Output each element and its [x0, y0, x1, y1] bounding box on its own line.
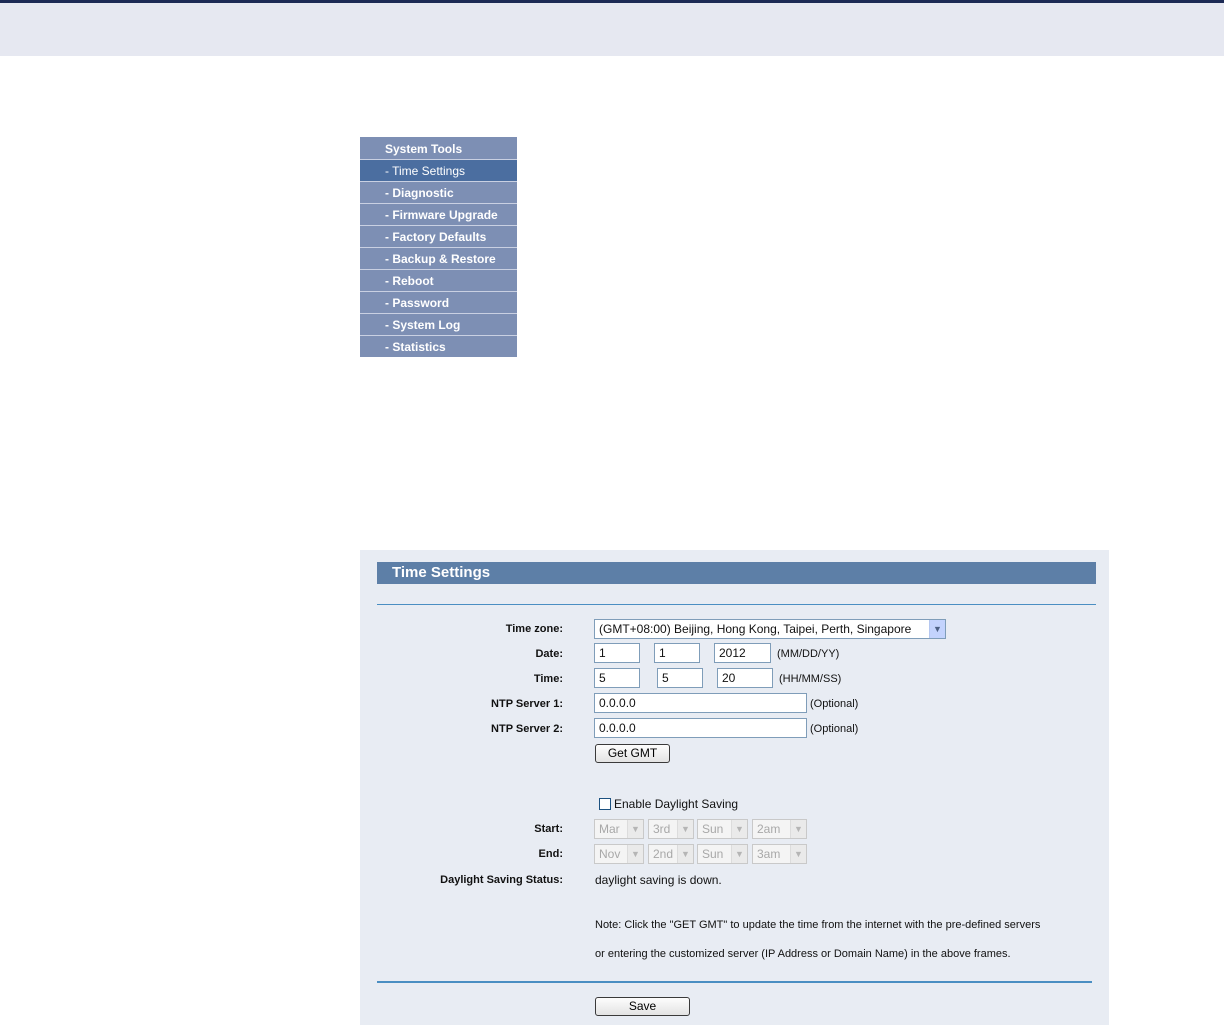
- ntp-server-1-hint: (Optional): [810, 698, 859, 710]
- menu-item-reboot[interactable]: - Reboot: [360, 270, 517, 292]
- date-format-hint: (MM/DD/YY): [777, 648, 840, 660]
- chevron-down-icon: ▼: [929, 620, 945, 638]
- time-format-hint: (HH/MM/SS): [779, 673, 842, 685]
- top-band: [0, 3, 1224, 56]
- menu-header-system-tools[interactable]: System Tools: [360, 137, 517, 160]
- dst-end-month-select[interactable]: Nov ▼: [594, 844, 644, 864]
- chevron-down-icon: ▼: [627, 820, 643, 838]
- ntp-server-1-input[interactable]: [594, 693, 807, 713]
- panel-title: Time Settings: [377, 562, 1096, 584]
- daylight-saving-checkbox-label: Enable Daylight Saving: [614, 797, 739, 811]
- time-minute-input[interactable]: [657, 668, 703, 688]
- dst-start-label: Start:: [534, 823, 563, 835]
- date-month-input[interactable]: [594, 643, 640, 663]
- dst-start-week-value: 3rd: [653, 822, 671, 836]
- chevron-down-icon: ▼: [731, 845, 747, 863]
- dst-end-week-select[interactable]: 2nd ▼: [648, 844, 694, 864]
- dst-end-hour-value: 3am: [757, 847, 781, 861]
- menu-item-diagnostic[interactable]: - Diagnostic: [360, 182, 517, 204]
- chevron-down-icon: ▼: [627, 845, 643, 863]
- dst-end-week-value: 2nd: [653, 847, 674, 861]
- system-tools-menu: System Tools - Time Settings - Diagnosti…: [360, 137, 517, 357]
- ntp-server-1-label: NTP Server 1:: [491, 698, 563, 710]
- dst-end-day-select[interactable]: Sun ▼: [697, 844, 748, 864]
- date-day-input[interactable]: [654, 643, 700, 663]
- menu-item-factory-defaults[interactable]: - Factory Defaults: [360, 226, 517, 248]
- dst-status-value: daylight saving is down.: [595, 873, 722, 887]
- daylight-saving-checkbox[interactable]: [599, 798, 611, 810]
- time-zone-label: Time zone:: [505, 623, 563, 635]
- chevron-down-icon: ▼: [677, 845, 693, 863]
- menu-item-statistics[interactable]: - Statistics: [360, 336, 517, 357]
- ntp-server-2-input[interactable]: [594, 718, 807, 738]
- chevron-down-icon: ▼: [790, 820, 806, 838]
- get-gmt-button[interactable]: Get GMT: [595, 744, 670, 763]
- menu-item-firmware-upgrade[interactable]: - Firmware Upgrade: [360, 204, 517, 226]
- time-second-input[interactable]: [717, 668, 773, 688]
- time-label: Time:: [533, 673, 563, 685]
- dst-start-day-value: Sun: [702, 822, 724, 836]
- bottom-divider: [377, 981, 1092, 983]
- ntp-server-2-label: NTP Server 2:: [491, 723, 563, 735]
- dst-start-hour-select[interactable]: 2am ▼: [752, 819, 807, 839]
- time-hour-input[interactable]: [594, 668, 640, 688]
- dst-status-label: Daylight Saving Status:: [440, 874, 563, 886]
- dst-start-month-select[interactable]: Mar ▼: [594, 819, 644, 839]
- dst-start-week-select[interactable]: 3rd ▼: [648, 819, 694, 839]
- dst-start-month-value: Mar: [599, 822, 620, 836]
- date-label: Date:: [535, 648, 563, 660]
- dst-start-hour-value: 2am: [757, 822, 781, 836]
- menu-item-time-settings[interactable]: - Time Settings: [360, 160, 517, 182]
- note-line-2: or entering the customized server (IP Ad…: [595, 948, 1011, 960]
- save-button[interactable]: Save: [595, 997, 690, 1016]
- menu-item-password[interactable]: - Password: [360, 292, 517, 314]
- chevron-down-icon: ▼: [790, 845, 806, 863]
- dst-end-hour-select[interactable]: 3am ▼: [752, 844, 807, 864]
- ntp-server-2-hint: (Optional): [810, 723, 859, 735]
- dst-start-day-select[interactable]: Sun ▼: [697, 819, 748, 839]
- time-zone-value: (GMT+08:00) Beijing, Hong Kong, Taipei, …: [599, 622, 912, 636]
- top-divider: [377, 604, 1096, 605]
- time-zone-select[interactable]: (GMT+08:00) Beijing, Hong Kong, Taipei, …: [594, 619, 946, 639]
- dst-end-month-value: Nov: [599, 847, 621, 861]
- dst-end-label: End:: [538, 848, 563, 860]
- date-year-input[interactable]: [714, 643, 771, 663]
- chevron-down-icon: ▼: [731, 820, 747, 838]
- menu-item-system-log[interactable]: - System Log: [360, 314, 517, 336]
- chevron-down-icon: ▼: [677, 820, 693, 838]
- dst-end-day-value: Sun: [702, 847, 724, 861]
- time-settings-panel: Time Settings Time zone: (GMT+08:00) Bei…: [360, 550, 1109, 1025]
- note-line-1: Note: Click the "GET GMT" to update the …: [595, 919, 1041, 931]
- menu-item-backup-restore[interactable]: - Backup & Restore: [360, 248, 517, 270]
